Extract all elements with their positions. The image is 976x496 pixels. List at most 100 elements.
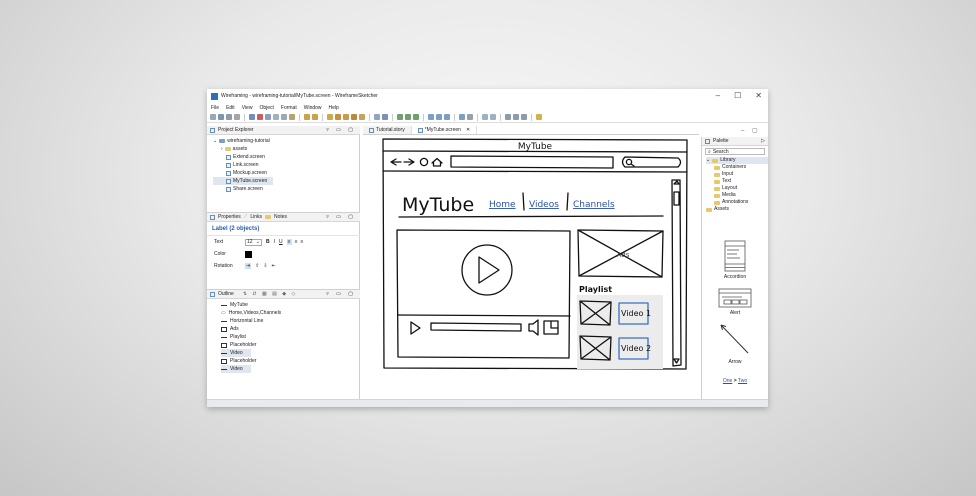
- address-bar[interactable]: [450, 155, 614, 169]
- grid-icon[interactable]: [374, 114, 380, 120]
- palette-category[interactable]: Input: [706, 171, 768, 178]
- back-arrow-icon[interactable]: [390, 158, 402, 166]
- palette-category[interactable]: Annotations: [706, 199, 768, 206]
- rotation-180-icon[interactable]: ⇤: [272, 263, 276, 269]
- align-left-icon[interactable]: ≡: [286, 239, 292, 245]
- underline-icon[interactable]: U: [279, 239, 283, 245]
- outline-item[interactable]: Placeholder: [221, 341, 360, 349]
- zoom-out-icon[interactable]: [521, 114, 527, 120]
- menu-object[interactable]: Object: [259, 105, 273, 111]
- zoom-fit-icon[interactable]: [505, 114, 511, 120]
- tab-mytube-screen[interactable]: *MyTube.screen ✕: [411, 126, 478, 134]
- rotation-90-icon[interactable]: ⇧: [255, 263, 259, 269]
- home-icon[interactable]: [431, 157, 443, 167]
- export-icon[interactable]: [249, 114, 255, 120]
- maximize-button[interactable]: ☐: [734, 91, 741, 100]
- mock-nav-channels[interactable]: Channels: [573, 200, 615, 210]
- forward-arrow-icon[interactable]: [403, 158, 415, 166]
- outline-item[interactable]: Playlist: [221, 333, 360, 341]
- palette-collapse-icon[interactable]: ▷: [761, 138, 765, 144]
- outline-item[interactable]: ▭ Home,Videos,Channels: [221, 309, 360, 317]
- palette-category[interactable]: Containers: [706, 164, 768, 171]
- menu-window[interactable]: Window: [304, 105, 322, 111]
- outline-item-selected[interactable]: Video: [221, 365, 251, 373]
- minimize-button[interactable]: –: [716, 91, 720, 100]
- undo-icon[interactable]: [304, 114, 310, 120]
- palette-category[interactable]: Text: [706, 178, 768, 185]
- tab-properties[interactable]: Properties: [218, 214, 241, 220]
- align-center-icon[interactable]: ≡: [295, 239, 298, 245]
- play-icon[interactable]: [478, 256, 500, 284]
- bold-icon[interactable]: B: [266, 239, 270, 245]
- outline-item[interactable]: MyTube: [221, 301, 360, 309]
- paste-icon[interactable]: [289, 114, 295, 120]
- zoom-in-icon[interactable]: [513, 114, 519, 120]
- light-icon[interactable]: [536, 114, 542, 120]
- menu-edit[interactable]: Edit: [226, 105, 235, 111]
- rotation-270-icon[interactable]: ⇩: [263, 263, 267, 269]
- tree-item-file[interactable]: Extend.screen: [213, 153, 360, 161]
- align-right-icon[interactable]: [413, 114, 419, 120]
- tree-item-file-selected[interactable]: MyTube.screen: [213, 177, 273, 185]
- mock-video-2[interactable]: Video 2: [621, 344, 651, 353]
- refresh-icon[interactable]: [419, 157, 429, 167]
- tree-item-file[interactable]: Mockup.screen: [213, 169, 360, 177]
- brush-icon[interactable]: [335, 114, 341, 120]
- palette-arrow-item[interactable]: Arrow: [716, 321, 754, 365]
- highlight-icon[interactable]: [351, 114, 357, 120]
- mock-video-1[interactable]: Video 1: [621, 309, 651, 318]
- link-icon[interactable]: [273, 114, 279, 120]
- chevron-down-icon[interactable]: ⌄: [706, 157, 710, 164]
- wireframe-canvas[interactable]: MyTube MyTube Home Videos Channels Ads P…: [363, 135, 699, 399]
- save-icon[interactable]: [218, 114, 224, 120]
- palette-category[interactable]: Media: [706, 192, 768, 199]
- print-icon[interactable]: [234, 114, 240, 120]
- save-all-icon[interactable]: [226, 114, 232, 120]
- rotation-0-icon[interactable]: ⇥: [245, 263, 252, 269]
- outline-tools-icon[interactable]: ⇅ ⇵ ▦ ▤ ◆ ◇: [243, 291, 297, 297]
- share-icon[interactable]: [265, 114, 271, 120]
- chevron-right-icon[interactable]: ›: [221, 145, 223, 153]
- panel-controls-icon[interactable]: ▿ ▭ ▢: [326, 127, 356, 133]
- palette-accordion-item[interactable]: Accordion: [716, 240, 754, 280]
- font-size-select[interactable]: 12 ⌄: [245, 238, 262, 246]
- marker-icon[interactable]: [343, 114, 349, 120]
- align-right-icon[interactable]: ≡: [300, 239, 303, 245]
- menu-help[interactable]: Help: [329, 105, 339, 111]
- palette-link-bar-item[interactable]: One > Two: [716, 378, 754, 384]
- close-tab-icon[interactable]: ✕: [466, 127, 470, 133]
- layers-icon[interactable]: [490, 114, 496, 120]
- tab-tutorial-story[interactable]: Tutorial.story: [363, 126, 412, 134]
- menu-view[interactable]: View: [242, 105, 253, 111]
- tab-links[interactable]: Links: [250, 214, 262, 220]
- video-player[interactable]: [396, 229, 571, 359]
- pencil-icon[interactable]: [327, 114, 333, 120]
- fullscreen-icon[interactable]: [543, 320, 559, 335]
- volume-icon[interactable]: [528, 319, 539, 336]
- distribute-icon[interactable]: [428, 114, 434, 120]
- tab-notes[interactable]: Notes: [274, 214, 287, 220]
- outline-item[interactable]: Placeholder: [221, 357, 360, 365]
- color-swatch[interactable]: [245, 250, 252, 258]
- palette-assets[interactable]: Assets: [706, 206, 768, 213]
- small-play-icon[interactable]: [410, 321, 421, 335]
- mock-nav-home[interactable]: Home: [489, 200, 516, 210]
- align-left-icon[interactable]: [397, 114, 403, 120]
- tree-item-assets[interactable]: › assets: [213, 145, 360, 153]
- eraser-icon[interactable]: [359, 114, 365, 120]
- new-icon[interactable]: [210, 114, 216, 120]
- close-button[interactable]: ✕: [755, 91, 762, 100]
- editor-window-controls-icon[interactable]: – ▢: [741, 127, 761, 134]
- table-icon[interactable]: [382, 114, 388, 120]
- outline-item[interactable]: Ads: [221, 325, 360, 333]
- view-icon[interactable]: [459, 114, 465, 120]
- menu-file[interactable]: File: [211, 105, 219, 111]
- scrollbar-thumb[interactable]: [673, 191, 680, 206]
- tree-item-file[interactable]: Share.screen: [213, 185, 360, 193]
- pdf-icon[interactable]: [257, 114, 263, 120]
- outline-item-selected[interactable]: Video: [221, 349, 251, 357]
- scroll-up-icon[interactable]: [673, 180, 680, 185]
- copy-icon[interactable]: [281, 114, 287, 120]
- palette-library[interactable]: ⌄ Library: [706, 157, 768, 164]
- tree-item-root[interactable]: ⌄ wireframing-tutorial: [213, 137, 360, 145]
